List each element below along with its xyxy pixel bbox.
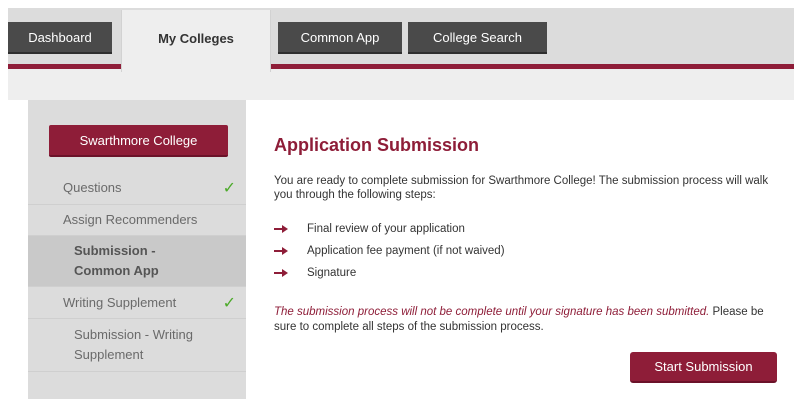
sidebar-item-assign-recommenders[interactable]: Assign Recommenders <box>28 205 246 236</box>
arrow-right-icon <box>274 268 288 278</box>
sidebar-item-label: Assign Recommenders <box>63 212 198 227</box>
arrow-right-icon <box>274 246 288 256</box>
page-title: Application Submission <box>274 135 480 155</box>
main-content: Application Submission You are ready to … <box>246 100 794 399</box>
step-label: Application fee payment (if not waived) <box>307 245 505 257</box>
sidebar-item-label: Questions <box>63 180 122 195</box>
step-label: Signature <box>307 267 357 279</box>
arrow-right-icon <box>274 224 288 234</box>
sidebar-item-label: Submission - Writing Supplement <box>74 327 193 362</box>
list-item: Signature <box>274 262 754 284</box>
tab-my-colleges[interactable]: My Colleges <box>121 10 271 72</box>
list-item: Final review of your application <box>274 218 754 240</box>
college-selector-button[interactable]: Swarthmore College <box>49 125 228 157</box>
sidebar-item-questions[interactable]: Questions ✓ <box>28 172 246 205</box>
checkmark-icon: ✓ <box>222 180 236 197</box>
checkmark-icon: ✓ <box>222 294 236 312</box>
tab-dashboard[interactable]: Dashboard <box>8 22 112 54</box>
intro-text: You are ready to complete submission for… <box>274 175 769 201</box>
nav-sub-band <box>8 69 794 100</box>
note-emphasis: The submission process will not be compl… <box>274 306 710 318</box>
list-item: Application fee payment (if not waived) <box>274 240 754 262</box>
sidebar-item-submission-common-app[interactable]: Submission - Common App <box>28 236 256 287</box>
sidebar: Swarthmore College Questions ✓ Assign Re… <box>28 100 256 399</box>
tab-college-search[interactable]: College Search <box>408 22 547 54</box>
step-label: Final review of your application <box>307 223 465 235</box>
top-navigation: Dashboard My Colleges Common App College… <box>0 0 794 100</box>
start-submission-button[interactable]: Start Submission <box>630 352 777 383</box>
sidebar-item-writing-supplement[interactable]: Writing Supplement ✓ <box>28 287 246 319</box>
sidebar-item-submission-writing-supplement[interactable]: Submission - Writing Supplement <box>28 319 246 372</box>
tab-common-app[interactable]: Common App <box>278 22 402 54</box>
steps-list: Final review of your application Applica… <box>274 218 754 284</box>
sidebar-item-label: Writing Supplement <box>63 294 177 310</box>
submission-note: The submission process will not be compl… <box>274 305 774 335</box>
sidebar-item-label: Submission - Common App <box>74 243 159 278</box>
